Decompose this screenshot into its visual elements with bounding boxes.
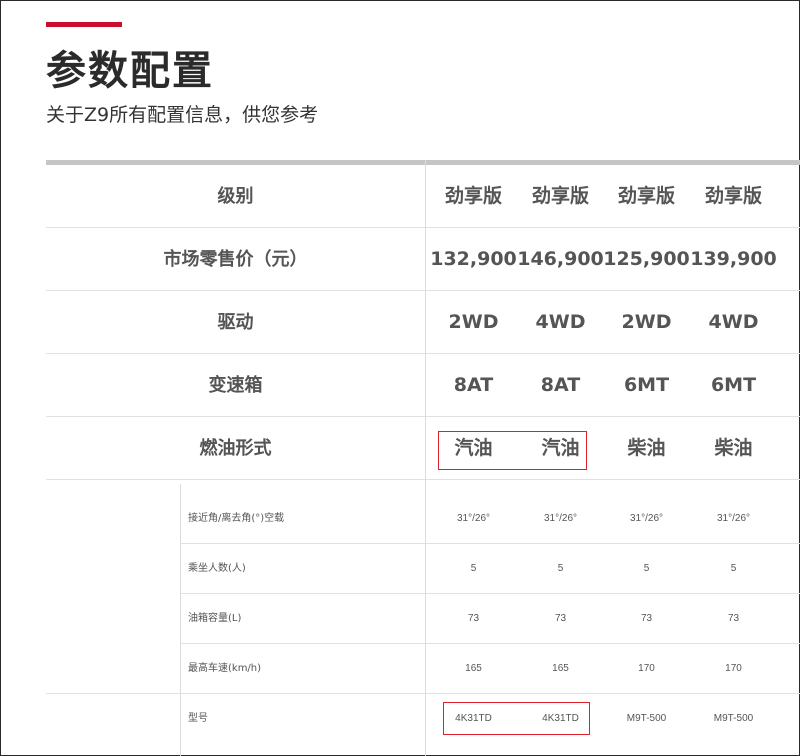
row-divider [46,479,800,480]
row-label: 变速箱 [208,375,263,396]
table-cell [777,544,800,594]
row-label: 级别 [217,186,254,207]
table-cell: 6MT [710,374,757,396]
table-cell: 6MT [623,374,670,396]
table-cell: 170 [638,663,655,674]
table-cell: 139,900 [690,248,777,270]
table-cell: 5 [470,563,477,574]
table-cell: 31°/26° [456,513,491,524]
table-cell: 柴油 [627,437,666,459]
model-highlight-box [443,702,590,735]
table-row-price: 市场零售价（元） 132,900 146,900 125,900 139,900… [46,228,800,291]
table-cell: 5 [730,563,737,574]
table-cell: 5 [557,563,564,574]
table-cell: 2WD [621,311,672,333]
table-cell: 8AT [540,374,581,396]
table-row-top-speed: 最高车速(km/h) 165 165 170 170 [46,644,800,694]
table-cell: 2WD [448,311,499,333]
table-row-tank: 油箱容量(L) 73 73 73 73 [46,594,800,644]
table-cell: 8AT [453,374,494,396]
row-label: 接近角/离去角(°)空载 [188,513,285,524]
table-row-transmission: 变速箱 8AT 8AT 6MT 6MT [46,354,800,417]
table-cell: 柴油 [714,437,753,459]
table-cell: 劲享版 [617,185,675,207]
table-cell: 4 [777,291,800,354]
row-label: 型号 [188,713,208,724]
table-cell: 132,900 [430,248,517,270]
table-cell [777,417,800,480]
table-row-seats: 乘坐人数(人) 5 5 5 5 [46,544,800,594]
table-cell: 4WD [535,311,586,333]
table-cell: 31°/26° [543,513,578,524]
table-cell [777,354,800,417]
title-accent-bar [46,22,122,27]
table-row-drive: 驱动 2WD 4WD 2WD 4WD 4 [46,291,800,354]
table-row-fuel: 燃油形式 汽油 汽油 柴油 柴油 [46,417,800,480]
table-cell: 170 [725,663,742,674]
table-cell: 73 [640,613,653,624]
spec-table: 级别 劲享版 劲享版 劲享版 劲享版 劲 市场零售价（元） 132,900 14… [46,160,800,756]
table-cell: 73 [467,613,480,624]
table-cell: 劲享版 [444,185,502,207]
row-label: 乘坐人数(人) [188,563,246,574]
table-cell: 31°/26° [716,513,751,524]
table-cell: 125,900 [603,248,690,270]
table-cell: M9T-500 [713,713,754,724]
page-subtitle: 关于Z9所有配置信息，供您参考 [46,104,319,126]
table-cell: 73 [727,613,740,624]
table-cell [777,594,800,644]
table-cell: 4WD [708,311,759,333]
row-label: 最高车速(km/h) [188,663,262,674]
row-label: 油箱容量(L) [188,613,242,624]
table-cell: 31°/26° [629,513,664,524]
table-cell: 165 [465,663,482,674]
table-cell [777,644,800,694]
table-cell [777,694,800,744]
table-cell: 165 [552,663,569,674]
table-row-angles: 接近角/离去角(°)空载 31°/26° 31°/26° 31°/26° 31°… [46,494,800,544]
table-cell: 劲享版 [704,185,762,207]
table-cell: 73 [554,613,567,624]
table-cell: M9T-500 [626,713,667,724]
table-cell: 劲 [777,165,800,228]
fuel-highlight-box [438,431,587,470]
table-row-level: 级别 劲享版 劲享版 劲享版 劲享版 劲 [46,165,800,228]
table-row-model: 型号 4K31TD 4K31TD M9T-500 M9T-500 [46,694,800,744]
table-cell: 13 [777,228,800,291]
row-label: 市场零售价（元） [163,249,308,270]
row-label: 燃油形式 [199,438,272,459]
table-cell [777,494,800,544]
row-label: 驱动 [217,312,254,333]
table-cell: 146,900 [517,248,604,270]
page-title: 参数配置 [46,48,214,94]
table-cell: 5 [643,563,650,574]
table-cell: 劲享版 [531,185,589,207]
